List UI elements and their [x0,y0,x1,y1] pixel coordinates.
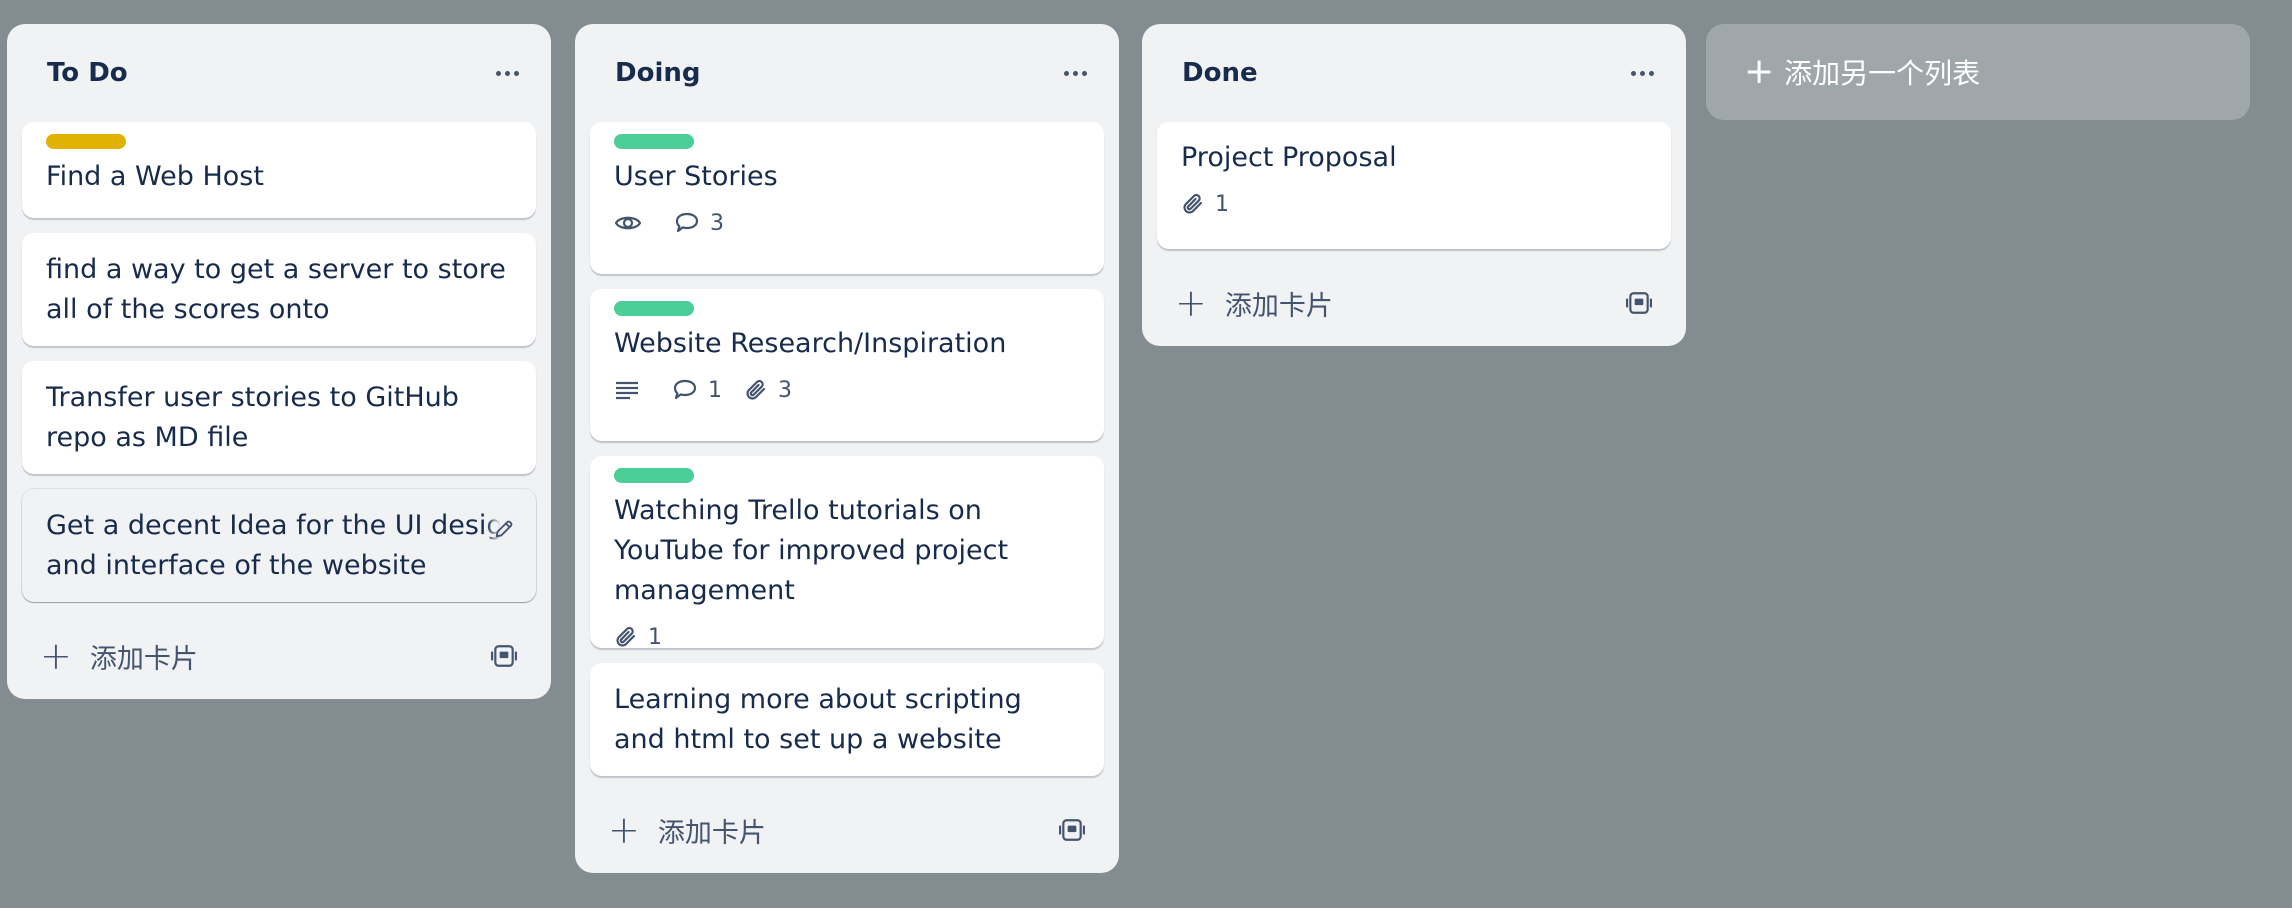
card-template-icon[interactable] [486,638,522,674]
add-card-button[interactable]: + 添加卡片 [40,637,198,676]
dot [495,70,501,76]
attachments-badge: 1 [614,625,662,650]
plus-icon: + [608,808,640,852]
comments-badge: 1 [672,378,722,403]
dot [1081,70,1087,76]
add-card-label: 添加卡片 [89,643,198,675]
attachments-badge: 1 [1181,192,1229,217]
add-card-label: 添加卡片 [657,817,766,849]
list-menu-button[interactable] [487,53,527,93]
comment-icon [673,379,697,400]
plus-icon: + [1744,51,1775,92]
list-to-do: To Do Find a Web Host find a way to get … [7,24,551,699]
add-list-button[interactable]: + 添加另一个列表 [1706,24,2250,120]
edit-card-icon[interactable] [486,511,522,547]
dot [1648,70,1654,76]
card-trello-tutorials[interactable]: Watching Trello tutorials on YouTube for… [590,456,1104,650]
list-title[interactable]: Doing [615,58,700,88]
card-server-scores[interactable]: find a way to get a server to store all … [22,233,536,346]
list-header: Done [1157,24,1671,122]
list-header: To Do [22,24,536,122]
dot [1072,70,1078,76]
card-title: Project Proposal [1181,142,1397,173]
paperclip-icon [616,626,636,647]
list-menu-button[interactable] [1622,53,1662,93]
card-project-proposal[interactable]: Project Proposal 1 [1157,122,1671,249]
card-title: Find a Web Host [46,161,264,192]
dot [1639,70,1645,76]
card-badges: 1 [614,617,1080,657]
card-badges: 3 [614,203,1080,243]
card-badges: 1 [1181,184,1647,224]
comment-icon [675,212,699,233]
list-menu-button[interactable] [1055,53,1095,93]
list-doing: Doing User Stories 3 Website Research/In… [575,24,1119,873]
add-list-label: 添加另一个列表 [1784,57,1981,90]
card-label-green[interactable] [614,301,694,316]
list-title[interactable]: To Do [47,58,128,88]
description-badge [614,379,650,401]
card-label-green[interactable] [614,134,694,149]
card-title: Transfer user stories to GitHub repo as … [46,382,459,453]
card-title: Learning more about scripting and html t… [614,684,1022,755]
card-website-research[interactable]: Website Research/Inspiration 1 3 [590,289,1104,441]
card-title: Website Research/Inspiration [614,328,1007,359]
attachments-count: 1 [648,624,662,650]
add-card-label: 添加卡片 [1224,290,1333,322]
plus-icon: + [40,634,72,678]
attachments-count: 1 [1215,191,1229,217]
card-learning-scripting[interactable]: Learning more about scripting and html t… [590,663,1104,776]
card-title: User Stories [614,161,778,192]
attachments-count: 3 [778,377,792,403]
dot [1630,70,1636,76]
card-label-yellow[interactable] [46,134,126,149]
plus-icon: + [1175,281,1207,325]
list-footer: + 添加卡片 [22,613,536,699]
card-label-green[interactable] [614,468,694,483]
list-footer: + 添加卡片 [1157,260,1671,346]
card-transfer-user-stories[interactable]: Transfer user stories to GitHub repo as … [22,361,536,474]
list-title[interactable]: Done [1182,58,1258,88]
list-footer: + 添加卡片 [590,787,1104,873]
card-user-stories[interactable]: User Stories 3 [590,122,1104,274]
attachments-badge: 3 [744,378,792,403]
dot [504,70,510,76]
card-find-web-host[interactable]: Find a Web Host [22,122,536,218]
card-template-icon[interactable] [1054,812,1090,848]
comments-badge: 3 [674,211,724,236]
paperclip-icon [746,379,766,400]
comments-count: 3 [710,210,724,236]
card-ui-design-idea[interactable]: Get a decent Idea for the UI design and … [22,489,536,602]
list-header: Doing [590,24,1104,122]
dot [513,70,519,76]
comments-count: 1 [708,377,722,403]
list-done: Done Project Proposal 1 + 添加卡片 [1142,24,1686,346]
card-title: find a way to get a server to store all … [46,254,506,325]
add-card-button[interactable]: + 添加卡片 [608,811,766,850]
card-badges: 1 3 [614,370,1080,410]
description-icon [616,381,638,400]
watching-badge [614,212,652,234]
paperclip-icon [1183,193,1203,214]
card-title: Watching Trello tutorials on YouTube for… [614,495,1009,606]
card-title: Get a decent Idea for the UI design and … [46,510,521,581]
add-card-button[interactable]: + 添加卡片 [1175,284,1333,323]
dot [1063,70,1069,76]
card-template-icon[interactable] [1621,285,1657,321]
eye-icon [614,216,642,230]
